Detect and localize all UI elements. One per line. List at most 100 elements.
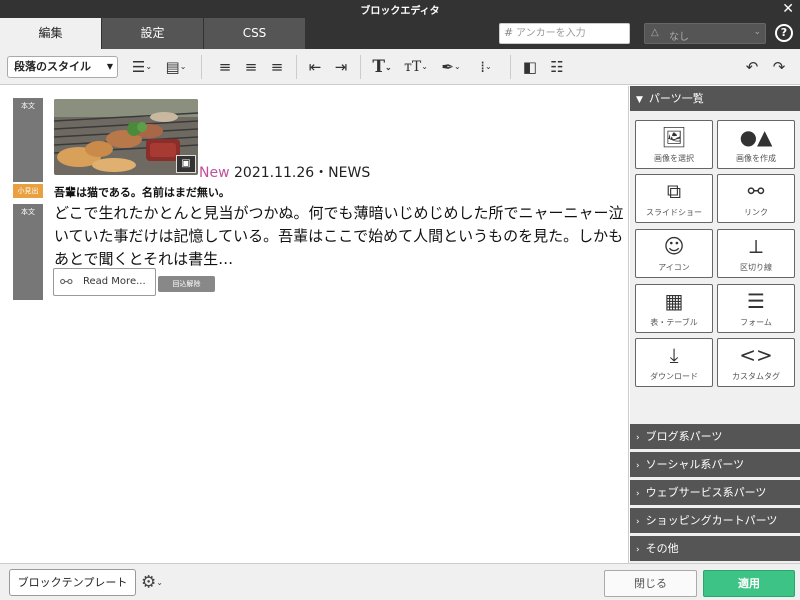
- link-icon: ⚯: [60, 273, 73, 291]
- form-icon: ☰: [747, 289, 765, 313]
- paragraph-style-value: 段落のスタイル: [14, 60, 91, 73]
- section-label: ブログ系パーツ: [645, 430, 723, 443]
- parts-panel: ▼ パーツ一覧 🖼 画像を選択 ●▲ 画像を作成 ⧉ スライドショー ⚯ リンク …: [630, 86, 800, 563]
- section-label: ショッピングカートパーツ: [645, 514, 778, 527]
- toolbar-divider: [360, 55, 361, 79]
- help-icon[interactable]: ?: [775, 24, 793, 42]
- section-cart-parts[interactable]: › ショッピングカートパーツ: [630, 508, 800, 533]
- block-label-body[interactable]: 本文: [13, 204, 43, 300]
- part-create-image[interactable]: ●▲ 画像を作成: [717, 120, 795, 169]
- redo-icon[interactable]: ↷: [768, 56, 790, 78]
- chevron-right-icon: ›: [636, 517, 640, 527]
- anchor-input[interactable]: [516, 25, 626, 42]
- spacing-icon[interactable]: ⁞⌄: [470, 56, 502, 78]
- apply-button[interactable]: 適用: [703, 570, 795, 597]
- part-label: ダウンロード: [650, 372, 698, 381]
- parts-list-header[interactable]: ▼ パーツ一覧: [630, 86, 800, 111]
- chevron-right-icon: ›: [636, 461, 640, 471]
- block-label-body[interactable]: 本文: [13, 98, 43, 182]
- part-label: カスタムタグ: [732, 372, 780, 381]
- shapes-icon: △: [651, 27, 659, 38]
- toolbar-divider: [201, 55, 202, 79]
- clear-format-icon[interactable]: ☷: [545, 56, 569, 78]
- wrap-icon[interactable]: ◧: [518, 56, 542, 78]
- bullet-list-icon[interactable]: ☰⌄: [127, 56, 157, 78]
- parts-list-title: パーツ一覧: [648, 92, 704, 105]
- block-template-button[interactable]: ブロックテンプレート: [9, 569, 136, 596]
- wrap-release-button[interactable]: 回込解除: [158, 276, 215, 292]
- align-right-icon[interactable]: ≡: [266, 56, 288, 78]
- text-style-icon[interactable]: T⌄: [368, 56, 396, 78]
- color-picker-icon[interactable]: ✒⌄: [436, 56, 466, 78]
- block-label-small-heading[interactable]: 小見出: [13, 184, 43, 198]
- chevron-down-icon: ⌄: [753, 27, 761, 37]
- headline[interactable]: 吾輩は猫である。名前はまだ無い。: [54, 184, 230, 200]
- align-left-icon[interactable]: ≡: [214, 56, 236, 78]
- download-icon: ⤓: [669, 343, 679, 367]
- table-icon: ▦: [664, 289, 684, 313]
- part-icon[interactable]: ☺ アイコン: [635, 229, 713, 278]
- class-select[interactable]: △ なし ⌄: [644, 23, 766, 44]
- section-label: ソーシャル系パーツ: [645, 458, 745, 471]
- divider-icon: ⟂: [749, 234, 763, 258]
- undo-icon[interactable]: ↶: [741, 56, 763, 78]
- image-icon: 🖼: [661, 125, 687, 149]
- editor-canvas[interactable]: 本文 小見出 本文 ▣ New 2021.11.26・NEWS 吾輩は猫である。…: [0, 86, 629, 563]
- section-label: その他: [645, 542, 679, 555]
- close-icon[interactable]: ✕: [782, 0, 794, 18]
- tab-edit[interactable]: 編集: [0, 18, 101, 49]
- paragraph-style-select[interactable]: 段落のスタイル ▼: [7, 56, 118, 78]
- section-other[interactable]: › その他: [630, 536, 800, 561]
- format-toolbar: 段落のスタイル ▼ ☰⌄ ▤⌄ ≡ ≡ ≡ ⇤ ⇥ T⌄ тT⌄ ✒⌄ ⁞⌄ ◧…: [0, 49, 800, 85]
- code-icon: <>: [739, 343, 773, 367]
- chevron-down-icon: ▼: [636, 95, 643, 105]
- part-label: 区切り線: [740, 263, 772, 272]
- section-blog-parts[interactable]: › ブログ系パーツ: [630, 424, 800, 449]
- part-label: 画像を作成: [736, 154, 776, 163]
- part-divider[interactable]: ⟂ 区切り線: [717, 229, 795, 278]
- part-form[interactable]: ☰ フォーム: [717, 284, 795, 333]
- part-download[interactable]: ⤓ ダウンロード: [635, 338, 713, 387]
- tab-bar: 編集 設定 CSS # △ なし ⌄ ?: [0, 18, 800, 49]
- image-icon[interactable]: ▣: [176, 155, 196, 173]
- part-label: アイコン: [658, 263, 690, 272]
- close-button[interactable]: 閉じる: [604, 570, 697, 597]
- align-center-icon[interactable]: ≡: [240, 56, 262, 78]
- read-more-label: Read More...: [83, 276, 146, 287]
- date-text: 2021.11.26・NEWS: [234, 165, 371, 181]
- part-link[interactable]: ⚯ リンク: [717, 174, 795, 223]
- anchor-field: #: [499, 23, 630, 44]
- part-label: スライドショー: [646, 208, 702, 217]
- font-size-icon[interactable]: тT⌄: [400, 56, 432, 78]
- part-label: フォーム: [740, 318, 772, 327]
- read-more-button[interactable]: ⚯ Read More...: [53, 268, 156, 296]
- chevron-right-icon: ›: [636, 433, 640, 443]
- part-select-image[interactable]: 🖼 画像を選択: [635, 120, 713, 169]
- chevron-down-icon: ▼: [106, 62, 113, 71]
- section-social-parts[interactable]: › ソーシャル系パーツ: [630, 452, 800, 477]
- window-title: ブロックエディタ: [360, 6, 440, 17]
- numbered-list-icon[interactable]: ▤⌄: [161, 56, 191, 78]
- part-slideshow[interactable]: ⧉ スライドショー: [635, 174, 713, 223]
- part-label: 画像を選択: [654, 154, 694, 163]
- part-custom-tag[interactable]: <> カスタムタグ: [717, 338, 795, 387]
- indent-icon[interactable]: ⇥: [330, 56, 352, 78]
- chevron-right-icon: ›: [636, 489, 640, 499]
- gear-icon[interactable]: ⚙⌄: [141, 570, 163, 595]
- tab-settings[interactable]: 設定: [102, 18, 203, 49]
- thumbnail-image[interactable]: ▣: [54, 99, 198, 175]
- toolbar-divider: [296, 55, 297, 79]
- class-select-value: なし: [669, 32, 689, 43]
- outdent-icon[interactable]: ⇤: [304, 56, 326, 78]
- body-text[interactable]: どこで生れたかとんと見当がつかぬ。何でも薄暗いじめじめした所でニャーニャー泣いて…: [54, 202, 624, 271]
- slideshow-icon: ⧉: [666, 179, 682, 203]
- footer-bar: ブロックテンプレート ⚙⌄ 閉じる 適用: [0, 563, 800, 600]
- tab-css[interactable]: CSS: [204, 18, 305, 49]
- part-label: 表・テーブル: [650, 318, 698, 327]
- section-webservice-parts[interactable]: › ウェブサービス系パーツ: [630, 480, 800, 505]
- section-label: ウェブサービス系パーツ: [645, 486, 767, 499]
- new-badge: New: [199, 165, 230, 181]
- part-table[interactable]: ▦ 表・テーブル: [635, 284, 713, 333]
- toolbar-divider: [510, 55, 511, 79]
- shapes-icon: ●▲: [739, 125, 773, 149]
